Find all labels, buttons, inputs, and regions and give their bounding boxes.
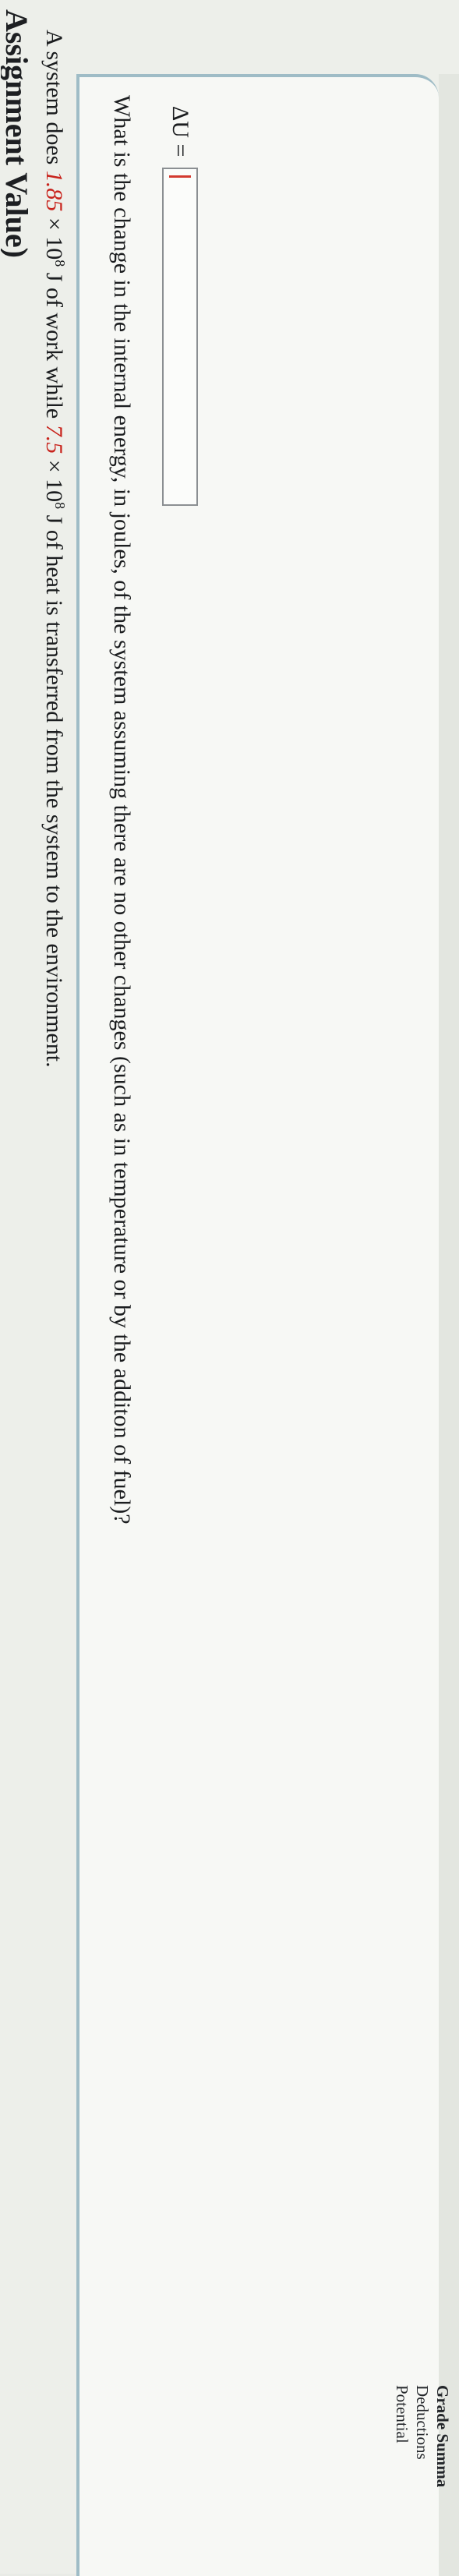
- problem-suffix: J of heat is transferred from the system…: [41, 509, 67, 1068]
- problem-statement: A system does 1.85 × 108 J of work while…: [40, 30, 74, 1068]
- grade-deductions: Deductions: [413, 2385, 432, 2460]
- page-title-cut: Assignment Value): [1, 9, 32, 258]
- answer-input[interactable]: [162, 168, 198, 507]
- grade-potential: Potential: [393, 2385, 411, 2443]
- heat-value: 7.5: [41, 424, 67, 454]
- sub-question: What is the change in the internal energ…: [109, 95, 135, 1525]
- grade-summary-title: Grade Summa: [433, 2385, 452, 2488]
- exponent-2: 8: [52, 502, 68, 510]
- work-value: 1.85: [41, 170, 67, 212]
- delta-u-label: ΔU =: [168, 106, 193, 157]
- panel-tab-shadow: [439, 74, 459, 2576]
- exponent-1: 8: [52, 260, 68, 267]
- times-ten-2: × 10: [41, 454, 67, 503]
- page-stage: Assignment Value) A system does 1.85 × 1…: [0, 0, 459, 2576]
- grade-summary: Grade Summa Deductions Potential: [392, 2385, 453, 2487]
- problem-prefix: A system does: [41, 30, 67, 171]
- text-caret: [169, 175, 191, 178]
- times-ten-1: × 10: [41, 211, 67, 260]
- problem-mid: J of work while: [41, 267, 67, 425]
- answer-row: ΔU =: [162, 106, 198, 507]
